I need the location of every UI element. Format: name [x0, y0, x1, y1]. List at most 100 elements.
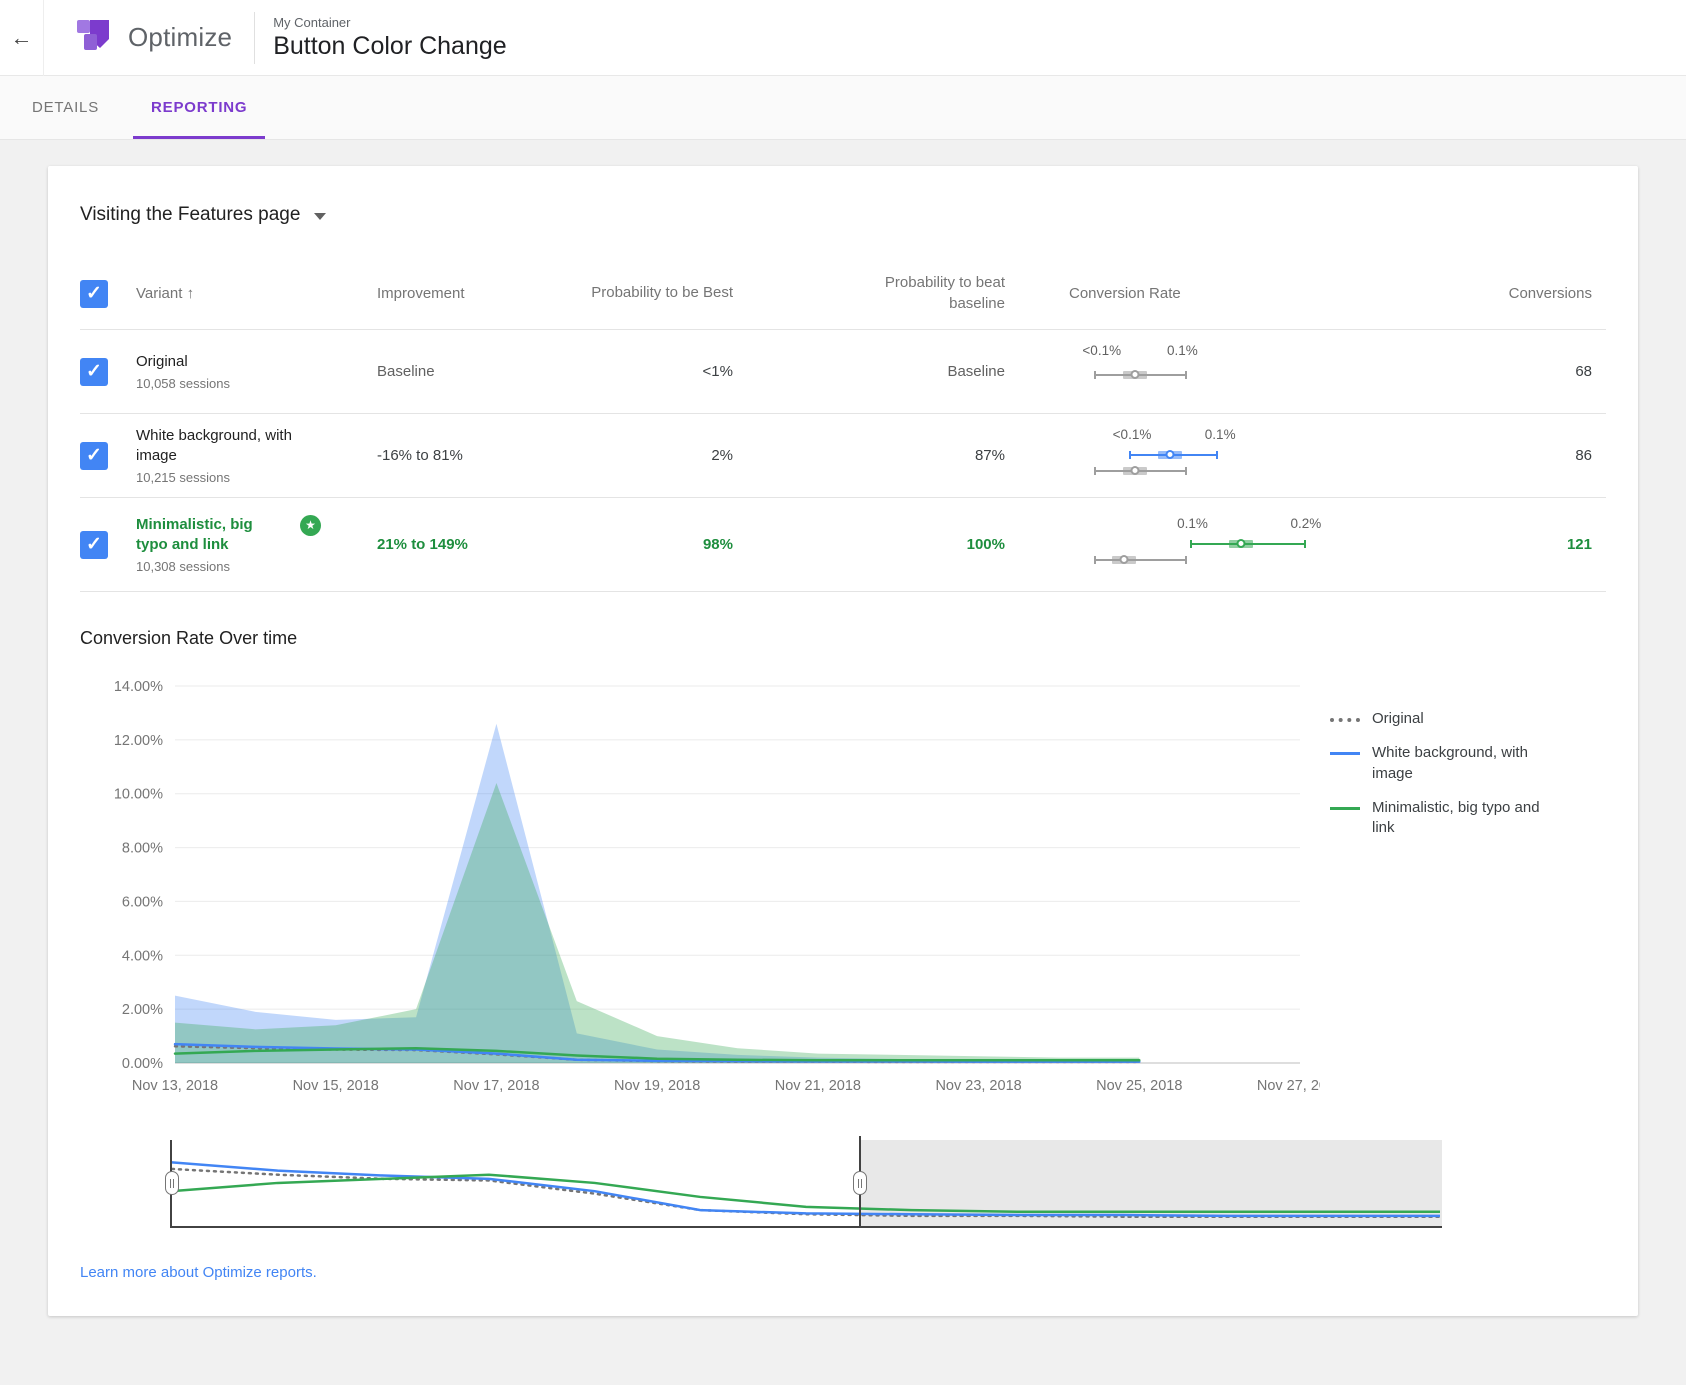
conversions-value: 68: [1325, 363, 1606, 380]
improvement-value: 21% to 149%: [377, 536, 557, 553]
page-title: Button Color Change: [273, 32, 506, 61]
svg-text:Nov 13, 2018: Nov 13, 2018: [132, 1078, 218, 1094]
content-area: Visiting the Features page ✓ Variant ↑ I…: [0, 140, 1686, 1316]
variant-sessions: 10,058 sessions: [136, 376, 377, 391]
brush-handle-right[interactable]: [853, 1171, 867, 1195]
chart-section-title: Conversion Rate Over time: [48, 592, 1638, 649]
objective-selector[interactable]: Visiting the Features page: [48, 196, 1638, 232]
ci-low-label: <0.1%: [1082, 343, 1121, 358]
ci-high-label: 0.1%: [1205, 427, 1236, 442]
conversion-chart-svg: 0.00% 2.00% 4.00% 6.00% 8.00% 10.00% 12.00% 14.…: [80, 671, 1320, 1101]
chevron-down-icon: [314, 213, 326, 220]
column-header-prob-best: Probability to be Best: [557, 283, 733, 303]
objective-label: Visiting the Features page: [80, 204, 300, 226]
select-all-checkbox[interactable]: ✓: [80, 280, 108, 308]
prob-beat-value: Baseline: [733, 363, 1005, 380]
logo-area: Optimize: [44, 14, 254, 61]
leader-star-icon: ★: [300, 515, 321, 536]
ci-high-label: 0.2%: [1290, 516, 1321, 531]
conversion-rate-chart: 0.00% 2.00% 4.00% 6.00% 8.00% 10.00% 12.00% 14.…: [48, 649, 1638, 1106]
title-block: My Container Button Color Change: [273, 15, 506, 61]
variant-name: Minimalistic, big typo and link: [136, 515, 286, 556]
learn-more-link[interactable]: Learn more about Optimize reports.: [80, 1264, 317, 1281]
dotted-line-icon: [1330, 718, 1360, 722]
brush-svg: [172, 1140, 1440, 1226]
svg-text:6.00%: 6.00%: [122, 894, 163, 910]
row-checkbox-original[interactable]: ✓: [80, 358, 108, 386]
prob-best-value: 98%: [557, 536, 733, 553]
conversions-value: 86: [1325, 447, 1606, 464]
date-range-brush[interactable]: [170, 1140, 1442, 1228]
ci-low-label: <0.1%: [1113, 427, 1152, 442]
column-header-conversions: Conversions: [1325, 285, 1606, 302]
container-name: My Container: [273, 15, 506, 30]
ci-interval-baseline: [1094, 554, 1187, 566]
optimize-logo-icon: [72, 14, 114, 61]
ci-high-label: 0.1%: [1167, 343, 1198, 358]
svg-text:Nov 21, 2018: Nov 21, 2018: [775, 1078, 861, 1094]
table-row: ✓ Original 10,058 sessions Baseline <1% …: [80, 330, 1606, 414]
check-icon: ✓: [86, 284, 102, 303]
svg-text:12.00%: 12.00%: [114, 733, 163, 749]
ci-interval-gray: [1094, 369, 1187, 381]
table-row: ✓ White background, with image 10,215 se…: [80, 414, 1606, 498]
green-line-icon: [1330, 807, 1360, 810]
variant-sessions: 10,308 sessions: [136, 559, 377, 574]
table-row: ✓ Minimalistic, big typo and link ★ 10,30…: [80, 498, 1606, 592]
check-icon: ✓: [86, 535, 102, 554]
column-header-conversion-rate: Conversion Rate: [1005, 285, 1325, 302]
row-checkbox-white-bg[interactable]: ✓: [80, 442, 108, 470]
sort-asc-icon: ↑: [187, 285, 195, 302]
row-checkbox-minimalistic[interactable]: ✓: [80, 531, 108, 559]
variant-table: ✓ Variant ↑ Improvement Probability to b…: [48, 258, 1638, 592]
svg-text:4.00%: 4.00%: [122, 948, 163, 964]
tab-bar: DETAILS REPORTING: [0, 76, 1686, 140]
svg-text:Nov 25, 2018: Nov 25, 2018: [1096, 1078, 1182, 1094]
column-header-prob-beat: Probability to beat baseline: [733, 273, 1005, 314]
brush-handle-left[interactable]: [165, 1171, 179, 1195]
legend-item-original: Original: [1330, 709, 1590, 729]
conversion-rate-interval-plot: <0.1% 0.1%: [1069, 427, 1321, 485]
app-name: Optimize: [128, 22, 232, 53]
svg-text:Nov 23, 2018: Nov 23, 2018: [935, 1078, 1021, 1094]
table-header-row: ✓ Variant ↑ Improvement Probability to b…: [80, 258, 1606, 330]
column-header-variant[interactable]: Variant ↑: [136, 285, 377, 302]
variant-name: White background, with image: [136, 426, 321, 467]
ci-interval-green: [1190, 538, 1306, 550]
blue-line-icon: [1330, 752, 1360, 755]
svg-text:10.00%: 10.00%: [114, 787, 163, 803]
legend-item-minimalistic: Minimalistic, big typo and link: [1330, 798, 1590, 839]
svg-text:0.00%: 0.00%: [122, 1056, 163, 1072]
svg-text:2.00%: 2.00%: [122, 1002, 163, 1018]
app-bar: ← Optimize My Container Button Color Cha…: [0, 0, 1686, 76]
svg-text:Nov 27, 2018: Nov 27, 2018: [1257, 1078, 1320, 1094]
tab-reporting[interactable]: REPORTING: [125, 76, 273, 139]
improvement-value: -16% to 81%: [377, 447, 557, 464]
back-arrow-icon: ←: [11, 25, 33, 51]
ci-low-label: 0.1%: [1177, 516, 1208, 531]
variant-sessions: 10,215 sessions: [136, 470, 377, 485]
svg-text:Nov 19, 2018: Nov 19, 2018: [614, 1078, 700, 1094]
prob-best-value: <1%: [557, 363, 733, 380]
svg-text:14.00%: 14.00%: [114, 679, 163, 695]
report-card: Visiting the Features page ✓ Variant ↑ I…: [48, 166, 1638, 1316]
back-button[interactable]: ←: [0, 0, 44, 76]
prob-beat-value: 87%: [733, 447, 1005, 464]
variant-name: Original: [136, 352, 377, 372]
conversion-rate-interval-plot: <0.1% 0.1%: [1069, 343, 1321, 401]
svg-text:Nov 17, 2018: Nov 17, 2018: [453, 1078, 539, 1094]
check-icon: ✓: [86, 362, 102, 381]
chart-legend: Original White background, with image Mi…: [1330, 671, 1590, 1106]
legend-item-white-bg: White background, with image: [1330, 743, 1590, 784]
column-header-improvement: Improvement: [377, 285, 557, 302]
svg-text:Nov 15, 2018: Nov 15, 2018: [293, 1078, 379, 1094]
svg-text:8.00%: 8.00%: [122, 841, 163, 857]
ci-interval-blue: [1129, 449, 1217, 461]
check-icon: ✓: [86, 446, 102, 465]
conversions-value: 121: [1325, 536, 1606, 553]
conversion-rate-interval-plot: 0.1% 0.2%: [1069, 516, 1321, 574]
prob-best-value: 2%: [557, 447, 733, 464]
ci-interval-baseline: [1094, 465, 1187, 477]
tab-details[interactable]: DETAILS: [6, 76, 125, 139]
improvement-value: Baseline: [377, 363, 557, 380]
